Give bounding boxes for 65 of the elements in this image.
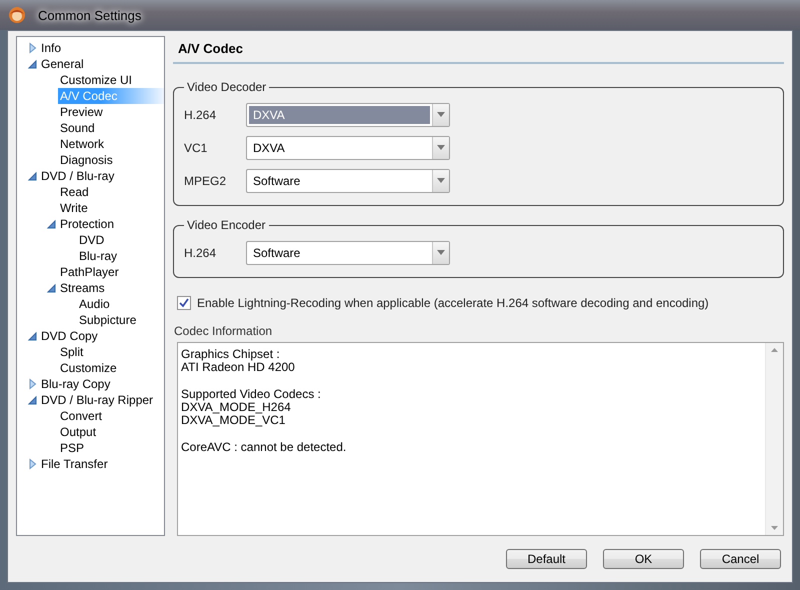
scroll-up-icon[interactable] [771,348,778,352]
tree-item[interactable]: Preview [58,104,164,120]
tree-item[interactable]: DVD / Blu-ray Ripper [39,392,164,408]
tree-item[interactable]: Info [39,40,164,56]
dropdown[interactable]: DXVA [246,136,450,160]
field-label: H.264 [184,108,218,122]
info-paragraph: CoreAVC : cannot be detected. [181,441,348,454]
tree-item[interactable]: Customize UI [58,72,164,88]
dropdown[interactable]: Software [246,240,450,264]
tree-item[interactable]: Sound [58,120,164,136]
tree-item[interactable]: Write [58,200,164,216]
caret-icon [437,112,445,117]
expanded-arrow-icon[interactable] [27,58,39,70]
field-label: MPEG2 [184,174,228,188]
page-title: A/V Codec [173,41,784,64]
info-paragraph: Supported Video Codecs : DXVA_MODE_H264 DXVA_MODE_VC1 [181,388,322,427]
dialog-button[interactable]: Cancel [700,549,781,569]
tree-item[interactable]: PSP [58,440,164,456]
dialog-button[interactable]: OK [603,549,684,569]
tree-item[interactable]: Blu-ray Copy [39,376,164,392]
expanded-arrow-icon[interactable] [27,170,39,182]
tree-item[interactable]: Convert [58,408,164,424]
section-label: Codec Information [174,324,274,338]
dropdown[interactable]: Software [246,168,450,192]
collapsed-arrow-icon[interactable] [27,42,39,54]
collapsed-arrow-icon[interactable] [27,458,39,470]
field-label: H.264 [184,246,218,260]
scroll-down-icon[interactable] [771,526,778,530]
tree-item[interactable]: Read [58,184,164,200]
tree-item[interactable]: Output [58,424,164,440]
tree-item[interactable]: Subpicture [77,312,164,328]
expanded-arrow-icon[interactable] [46,282,58,294]
tree-item[interactable]: Diagnosis [58,152,164,168]
dialog-button[interactable]: Default [506,549,587,569]
group-title: Video Decoder [186,80,268,94]
checkbox[interactable] [177,296,191,310]
expanded-arrow-icon[interactable] [27,394,39,406]
expanded-arrow-icon[interactable] [27,330,39,342]
group-title: Video Encoder [186,218,267,232]
app-logo-icon [8,6,26,24]
tree-item[interactable]: File Transfer [39,456,164,472]
info-paragraph: Graphics Chipset : ATI Radeon HD 4200 [181,348,296,374]
tree-item[interactable]: Blu-ray [77,248,164,264]
caret-icon [437,145,445,150]
tree-item[interactable]: Customize [58,360,164,376]
field-label: VC1 [184,140,208,154]
info-text-area[interactable]: Graphics Chipset : ATI Radeon HD 4200 Supported Video Codecs : DXVA_MODE_H264 DXVA_MODE_VC1 CoreAVC : cannot be detected. [177,342,784,536]
expanded-arrow-icon[interactable] [46,218,58,230]
tree-item[interactable]: Audio [77,296,164,312]
tree-item[interactable]: Network [58,136,164,152]
tree-item[interactable]: General [39,56,164,72]
tree-item[interactable]: PathPlayer [58,264,164,280]
tree-item[interactable]: DVD [77,232,164,248]
tree-item[interactable]: Protection [58,216,164,232]
collapsed-arrow-icon[interactable] [27,378,39,390]
caret-icon [437,250,445,255]
tree-item[interactable]: Streams [58,280,164,296]
scrollbar[interactable] [765,343,783,535]
checkbox-label: Enable Lightning-Recoding when applicable (accelerate H.264 software decoding and encoding) [197,296,709,310]
caret-icon [437,178,445,183]
tree-item[interactable]: DVD Copy [39,328,164,344]
tree-item[interactable]: Split [58,344,164,360]
tree-item[interactable]: DVD / Blu-ray [39,168,164,184]
checkmark-icon [179,298,189,308]
window-title: Common Settings [37,8,142,22]
